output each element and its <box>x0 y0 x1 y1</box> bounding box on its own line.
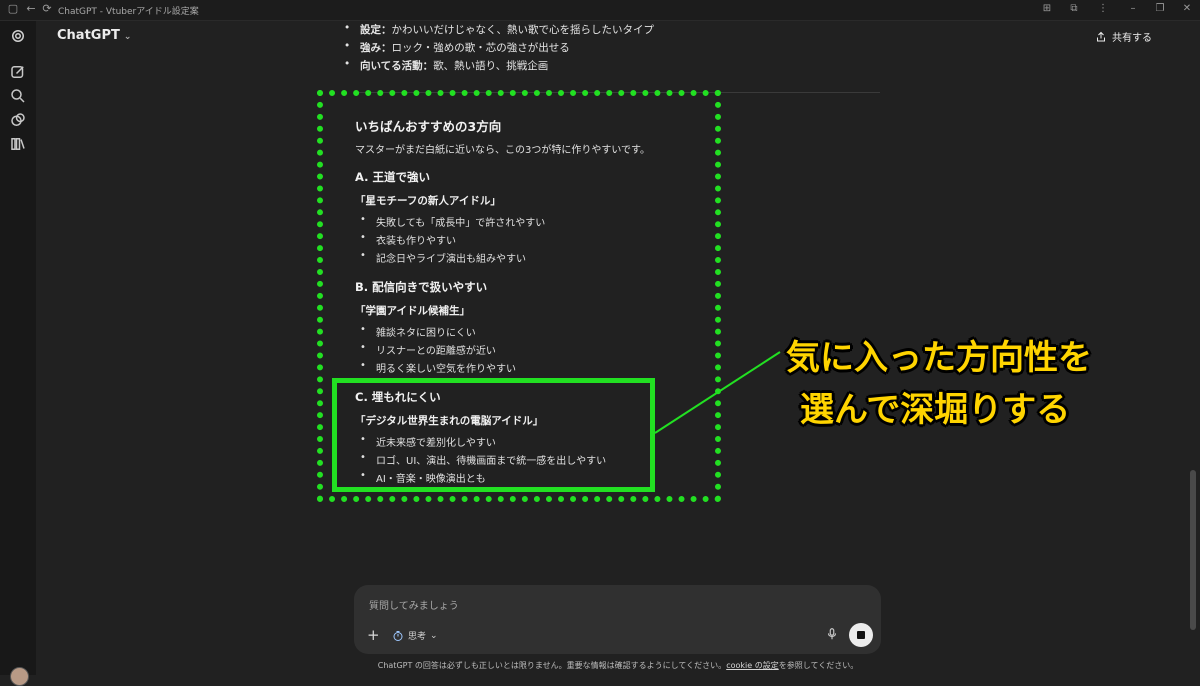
chevron-down-icon: ⌄ <box>430 630 438 641</box>
disclaimer: ChatGPT の回答は必ずしも正しいとは限りません。重要な情報は確認するように… <box>377 661 859 670</box>
message-composer: 質問してみましょう + 思考 ⌄ <box>354 585 881 654</box>
stop-button[interactable] <box>849 623 873 647</box>
model-selector[interactable]: ChatGPT ⌄ <box>57 28 131 43</box>
message-input[interactable]: 質問してみましょう <box>369 597 459 612</box>
list-item: 向いてる活動：歌、熱い語り、挑戦企画 <box>344 58 548 73</box>
share-label: 共有する <box>1112 33 1152 44</box>
timer-icon <box>393 630 403 641</box>
brand-label: ChatGPT <box>57 28 120 43</box>
share-button[interactable]: 共有する <box>1095 29 1152 44</box>
list-item: 設定：かわいいだけじゃなく、熱い歌で心を揺らしたいタイプ <box>344 22 654 37</box>
library-icon[interactable] <box>9 135 27 153</box>
left-rail <box>0 21 36 686</box>
back-icon[interactable]: ← <box>24 2 38 15</box>
maximize-icon[interactable]: ❐ <box>1153 3 1167 14</box>
share-icon <box>1097 31 1105 41</box>
sidebar-toggle-icon[interactable]: ▢ <box>6 2 20 15</box>
more-options-icon[interactable]: ⋮ <box>1096 3 1110 14</box>
search-icon[interactable] <box>9 87 27 105</box>
window-titlebar: ▢ ← ⟳ ChatGPT - Vtuberアイドル設定案 ⊞ ⧉ ⋮ – ❐ … <box>0 0 1200 21</box>
mic-icon[interactable] <box>825 627 839 641</box>
window-title: ChatGPT - Vtuberアイドル設定案 <box>58 7 199 17</box>
callout-line-2: 選んで深堀りする <box>800 390 1071 430</box>
mode-label: 思考 <box>408 632 427 642</box>
openai-logo-icon[interactable] <box>9 27 27 45</box>
new-chat-icon[interactable] <box>9 63 27 81</box>
reload-icon[interactable]: ⟳ <box>40 2 54 15</box>
callout-line-1: 気に入った方向性を <box>786 338 1092 378</box>
plus-icon[interactable]: + <box>367 626 380 644</box>
list-item: 強み：ロック・強めの歌・芯の強さが出せる <box>344 40 570 55</box>
highlight-solid-box <box>332 378 655 492</box>
mode-selector[interactable]: 思考 ⌄ <box>392 629 438 642</box>
extensions-icon[interactable]: ⧉ <box>1067 3 1081 14</box>
cookie-settings-link[interactable]: cookie の設定 <box>726 661 779 670</box>
chevron-down-icon: ⌄ <box>123 32 132 42</box>
images-icon[interactable] <box>9 111 27 129</box>
close-icon[interactable]: ✕ <box>1180 3 1194 14</box>
minimize-icon[interactable]: – <box>1126 3 1140 14</box>
scrollbar[interactable] <box>1190 470 1196 630</box>
app-menu-icon[interactable]: ⊞ <box>1040 3 1054 14</box>
